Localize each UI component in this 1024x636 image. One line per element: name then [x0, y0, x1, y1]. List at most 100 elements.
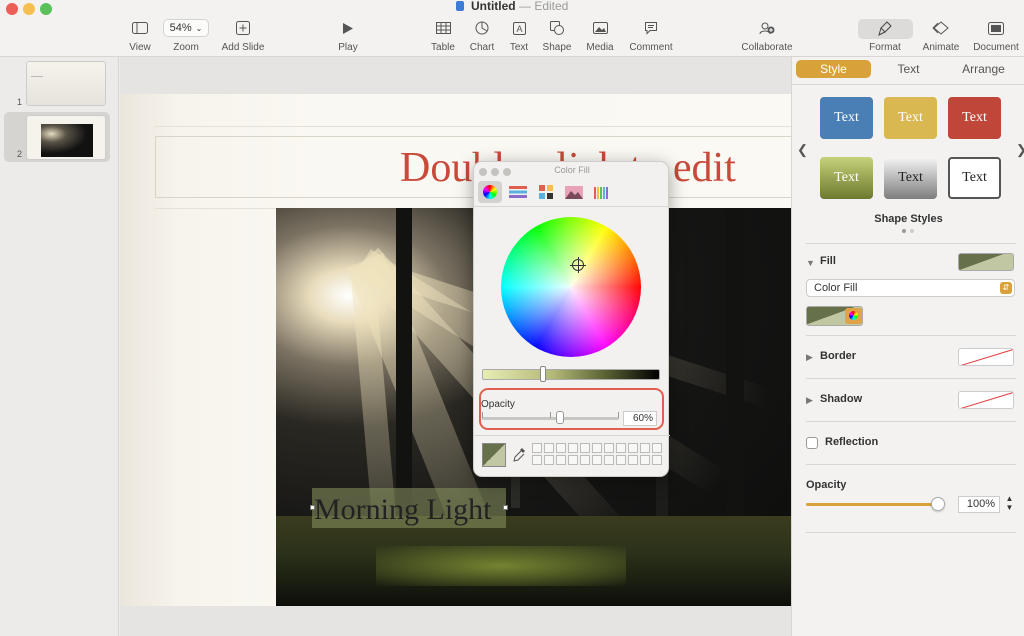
view-label: View	[129, 42, 151, 53]
color-wheel-tab[interactable]	[478, 181, 502, 203]
color-wheel[interactable]	[501, 217, 641, 357]
border-section-label[interactable]: Border	[820, 350, 856, 362]
panel-divider	[474, 435, 670, 436]
saved-color-slot[interactable]	[628, 455, 638, 465]
saved-color-slot[interactable]	[556, 455, 566, 465]
inspector-tabs: Style Text Arrange	[796, 60, 1021, 78]
saved-color-slot[interactable]	[652, 455, 662, 465]
sidebar-icon	[132, 18, 148, 38]
saved-color-slot[interactable]	[532, 443, 542, 453]
saved-color-slot[interactable]	[628, 443, 638, 453]
color-palettes-tab[interactable]	[534, 181, 558, 203]
slide-thumbnail-2[interactable]	[26, 115, 106, 160]
saved-color-slot[interactable]	[640, 455, 650, 465]
shape-style-3[interactable]: Text	[948, 97, 1001, 139]
saved-color-slot[interactable]	[592, 455, 602, 465]
chevron-down-icon[interactable]: ▼	[806, 258, 815, 268]
collaborate-button[interactable]: Collaborate	[737, 18, 797, 53]
sunlit-grass	[376, 546, 626, 586]
reflection-checkbox[interactable]	[806, 437, 818, 449]
shape-style-4[interactable]: Text	[820, 157, 873, 199]
svg-text:A: A	[516, 24, 522, 34]
shadow-section-label[interactable]: Shadow	[820, 393, 862, 405]
saved-color-slot[interactable]	[568, 443, 578, 453]
slide-canvas[interactable]: Double-click to edit Morning Light	[120, 57, 791, 636]
tab-style[interactable]: Style	[796, 60, 871, 78]
saved-color-slot[interactable]	[544, 443, 554, 453]
slide[interactable]: Double-click to edit Morning Light	[120, 94, 791, 606]
chevron-right-icon[interactable]: ▶	[806, 352, 813, 363]
opacity-slider-knob[interactable]	[931, 497, 945, 511]
opacity-slider-knob[interactable]	[556, 411, 564, 424]
paintbrush-icon	[878, 18, 892, 38]
shape-style-6[interactable]: Text	[948, 157, 1001, 199]
opacity-value-field[interactable]: 100%	[958, 496, 1000, 513]
animate-button[interactable]: Animate	[911, 18, 971, 53]
border-none-swatch[interactable]	[958, 348, 1014, 366]
color-sliders-tab[interactable]	[506, 181, 530, 203]
media-label: Media	[586, 42, 614, 53]
color-picker-button[interactable]	[845, 308, 862, 324]
brightness-knob[interactable]	[540, 366, 546, 382]
slider-tick	[550, 412, 551, 418]
document-icon	[988, 18, 1004, 38]
current-color-swatch[interactable]	[482, 443, 506, 467]
chevron-left-icon[interactable]: ❮	[797, 142, 808, 158]
zoom-select[interactable]: 54% ⌄	[162, 19, 210, 37]
tab-arrange[interactable]: Arrange	[946, 60, 1021, 78]
zoom-control[interactable]: 54% ⌄ Zoom	[156, 18, 216, 53]
text-box-content[interactable]: Morning Light	[314, 493, 492, 527]
play-button[interactable]: Play	[318, 18, 378, 53]
pie-chart-icon	[475, 18, 489, 38]
saved-color-slot[interactable]	[652, 443, 662, 453]
saved-colors-grid[interactable]	[532, 443, 662, 465]
document-button[interactable]: Document	[966, 18, 1024, 53]
chevron-right-icon[interactable]: ❯	[1016, 142, 1024, 158]
fill-type-select[interactable]: Color Fill ⇵	[806, 279, 1015, 297]
eyedropper-icon[interactable]	[512, 447, 526, 466]
saved-color-slot[interactable]	[592, 443, 602, 453]
resize-handle-left[interactable]	[310, 505, 315, 510]
section-divider	[806, 532, 1016, 533]
table-icon	[435, 18, 451, 38]
shape-style-1[interactable]: Text	[820, 97, 873, 139]
tab-text[interactable]: Text	[871, 60, 946, 78]
saved-color-slot[interactable]	[616, 443, 626, 453]
add-slide-button[interactable]: Add Slide	[213, 18, 273, 53]
selected-text-box[interactable]: Morning Light	[312, 488, 506, 528]
color-wheel-crosshair[interactable]	[570, 257, 586, 273]
fill-color-swatch[interactable]	[958, 253, 1014, 271]
shape-style-5[interactable]: Text	[884, 157, 937, 199]
saved-color-slot[interactable]	[568, 455, 578, 465]
image-palettes-tab[interactable]	[562, 181, 586, 203]
shape-style-2[interactable]: Text	[884, 97, 937, 139]
saved-color-slot[interactable]	[532, 455, 542, 465]
shape-style-label: Text	[962, 110, 987, 125]
opacity-stepper[interactable]: ▲ ▼	[1004, 494, 1015, 514]
saved-color-slot[interactable]	[580, 443, 590, 453]
format-button[interactable]: Format	[855, 18, 915, 53]
comment-button[interactable]: Comment	[621, 18, 681, 53]
saved-color-slot[interactable]	[616, 455, 626, 465]
resize-handle-right[interactable]	[503, 505, 508, 510]
shape-styles-label: Shape Styles	[874, 213, 943, 225]
saved-color-slot[interactable]	[556, 443, 566, 453]
slide-thumbnail-1[interactable]	[26, 61, 106, 106]
pencils-tab[interactable]	[590, 181, 614, 203]
fill-section-label[interactable]: Fill	[820, 255, 836, 267]
style-page-dots[interactable]	[902, 229, 914, 233]
saved-color-slot[interactable]	[544, 455, 554, 465]
shadow-none-swatch[interactable]	[958, 391, 1014, 409]
chevron-right-icon[interactable]: ▶	[806, 395, 813, 406]
saved-color-slot[interactable]	[604, 455, 614, 465]
animate-label: Animate	[922, 42, 960, 53]
opacity-slider[interactable]	[806, 503, 937, 506]
saved-color-slot[interactable]	[604, 443, 614, 453]
saved-color-slot[interactable]	[640, 443, 650, 453]
saved-color-slot[interactable]	[580, 455, 590, 465]
diamond-icon	[932, 18, 950, 38]
brightness-slider[interactable]	[482, 369, 660, 380]
panel-divider	[474, 206, 670, 207]
opacity-value-field[interactable]: 60%	[623, 411, 657, 426]
comment-icon	[644, 18, 658, 38]
